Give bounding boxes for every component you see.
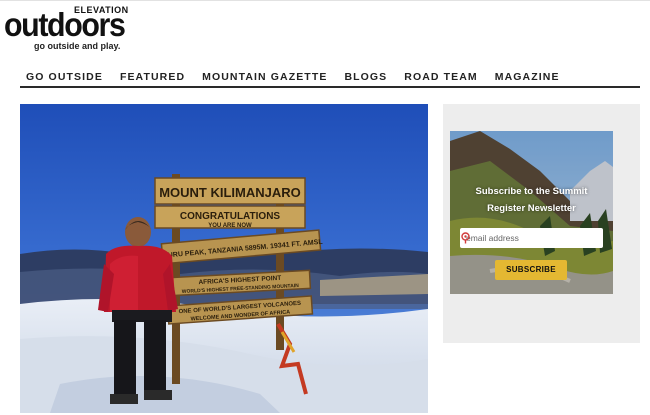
sign-line-2: CONGRATULATIONS: [180, 211, 281, 222]
sign-line-1: MOUNT KILIMANJARO: [159, 185, 301, 200]
email-field[interactable]: [460, 228, 603, 248]
nav-item-road-team[interactable]: ROAD TEAM: [404, 71, 477, 83]
email-input[interactable]: [466, 228, 584, 248]
logo-tagline: go outside and play.: [34, 41, 121, 51]
newsletter-widget: Subscribe to the Summit Register Newslet…: [450, 131, 613, 294]
sign-line-3: YOU ARE NOW: [208, 223, 252, 229]
nav-item-mountain-gazette[interactable]: MOUNTAIN GAZETTE: [202, 71, 327, 83]
nav-item-go-outside[interactable]: GO OUTSIDE: [26, 71, 103, 83]
nav-item-featured[interactable]: FEATURED: [120, 71, 185, 83]
nav-item-magazine[interactable]: MAGAZINE: [495, 71, 560, 83]
pin-icon: [461, 232, 470, 244]
subscribe-button[interactable]: SUBSCRIBE: [495, 260, 567, 280]
hero-photo: MOUNT KILIMANJARO CONGRATULATIONS YOU AR…: [20, 104, 428, 413]
main-nav: GO OUTSIDE FEATURED MOUNTAIN GAZETTE BLO…: [20, 66, 640, 88]
logo-brand-text: outdoors: [4, 6, 126, 43]
newsletter-title-line2: Register Newsletter: [487, 203, 576, 214]
nav-divider: [20, 86, 640, 88]
newsletter-title: Subscribe to the Summit Register Newslet…: [450, 183, 613, 217]
newsletter-title-line1: Subscribe to the Summit: [475, 186, 588, 197]
hero-image[interactable]: MOUNT KILIMANJARO CONGRATULATIONS YOU AR…: [20, 104, 428, 413]
top-rule: [0, 0, 650, 1]
site-logo[interactable]: ELEVATION outdoors go outside and play.: [4, 5, 134, 53]
nav-item-blogs[interactable]: BLOGS: [344, 71, 387, 83]
